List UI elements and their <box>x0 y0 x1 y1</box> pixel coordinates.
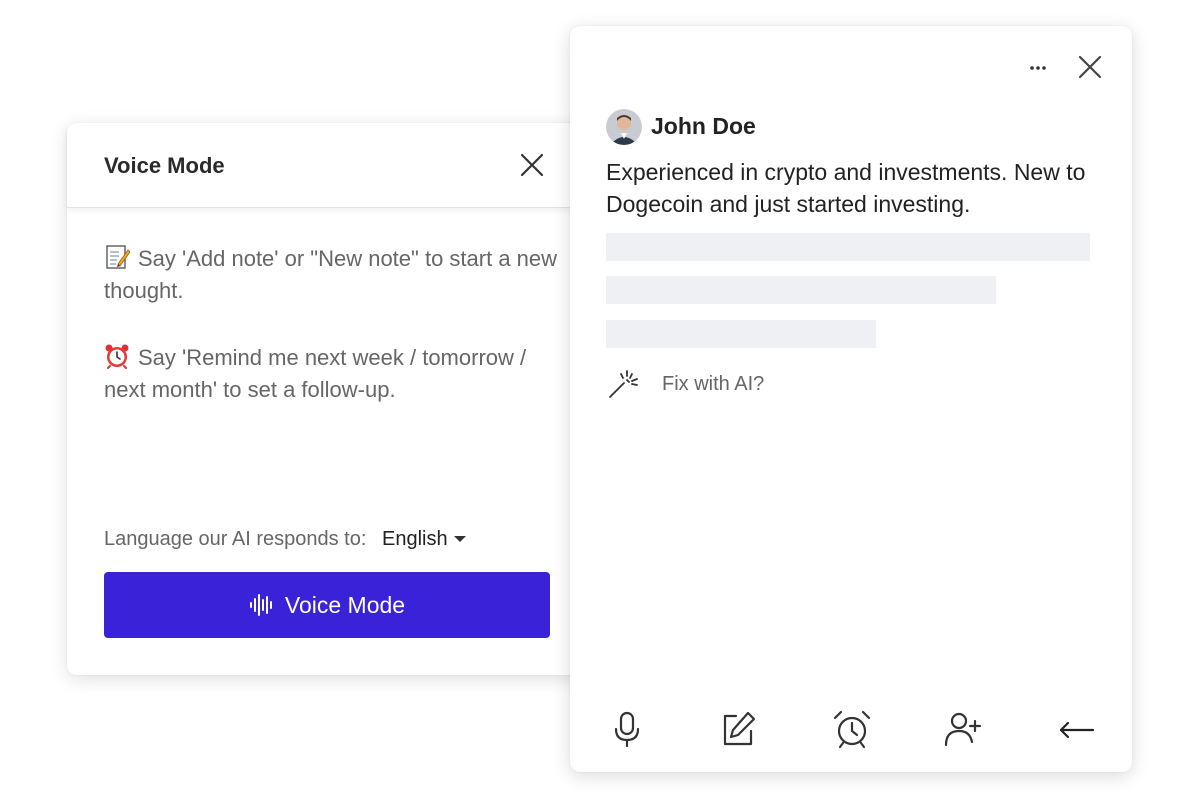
instruction-reminder: Say 'Remind me next week / tomorrow / ne… <box>104 342 564 406</box>
alarm-clock-icon[interactable] <box>832 709 872 749</box>
back-arrow-icon[interactable] <box>1057 709 1097 749</box>
voice-mode-button[interactable]: Voice Mode <box>104 572 550 638</box>
voice-mode-panel: Voice Mode Say 'Add note' or "New note" … <box>67 123 587 675</box>
more-options-icon[interactable] <box>1028 64 1048 72</box>
alarm-clock-emoji-icon <box>105 344 129 369</box>
voice-mode-title: Voice Mode <box>104 153 225 178</box>
avatar <box>606 109 642 145</box>
magic-wand-icon <box>609 370 638 398</box>
microphone-icon[interactable] <box>607 709 647 749</box>
fix-with-ai-button[interactable]: Fix with AI? <box>608 369 764 399</box>
contact-name: John Doe <box>651 113 756 139</box>
caret-down-icon <box>453 536 466 542</box>
sound-wave-icon <box>249 594 272 616</box>
add-person-icon[interactable] <box>943 709 983 749</box>
instruction-text: Say 'Remind me next week / tomorrow / ne… <box>104 345 527 402</box>
language-row: Language our AI responds to: English <box>104 528 466 551</box>
contact-description: Experienced in crypto and investments. N… <box>606 159 1086 217</box>
memo-emoji-icon <box>106 245 130 269</box>
voice-mode-button-label: Voice Mode <box>284 591 406 618</box>
contact-panel: John Doe Experienced in crypto and inves… <box>570 26 1132 772</box>
instruction-text: Say 'Add note' or "New note" to start a … <box>104 246 558 303</box>
language-label: Language our AI responds to: <box>104 528 367 550</box>
close-icon[interactable] <box>519 152 545 178</box>
instruction-add-note: Say 'Add note' or "New note" to start a … <box>104 243 564 307</box>
loading-placeholder-bar <box>606 233 1090 261</box>
language-value: English <box>381 528 448 550</box>
fix-with-ai-label: Fix with AI? <box>662 372 765 395</box>
loading-placeholder-bar <box>606 320 876 348</box>
loading-placeholder-bar <box>606 276 996 304</box>
language-dropdown[interactable]: English <box>382 528 466 550</box>
close-icon[interactable] <box>1078 55 1102 79</box>
edit-note-icon[interactable] <box>718 709 758 749</box>
voice-mode-header: Voice Mode <box>67 123 587 208</box>
